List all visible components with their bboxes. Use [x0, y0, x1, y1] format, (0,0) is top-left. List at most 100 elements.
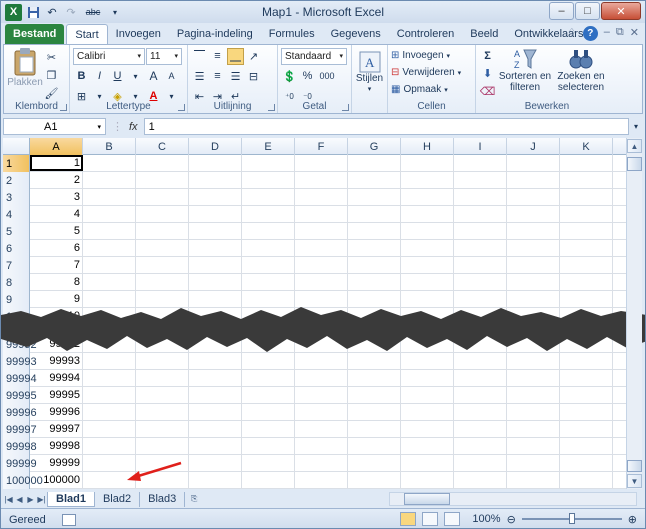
cell[interactable] — [401, 257, 454, 273]
merge-icon[interactable]: ⊟ — [245, 68, 262, 85]
column-header-h[interactable]: H — [401, 138, 454, 155]
cell[interactable] — [242, 274, 295, 290]
cell[interactable] — [136, 155, 189, 171]
cell-a[interactable]: 6 — [30, 240, 83, 256]
minimize-ribbon-icon[interactable]: ♢ — [567, 26, 577, 41]
cell[interactable] — [507, 387, 560, 403]
row-header[interactable]: 5 — [3, 223, 30, 240]
cell[interactable] — [348, 172, 401, 188]
cell[interactable] — [136, 274, 189, 290]
underline-dropdown-icon[interactable]: ▾ — [127, 68, 144, 85]
doc-restore-icon[interactable]: ⧉ — [616, 26, 624, 41]
cell[interactable] — [295, 240, 348, 256]
cell[interactable] — [348, 387, 401, 403]
row-header[interactable]: 99994 — [3, 370, 37, 387]
cell[interactable] — [507, 438, 560, 454]
lettertype-launcher-icon[interactable] — [178, 104, 185, 111]
cell[interactable] — [189, 370, 242, 386]
cell[interactable] — [242, 172, 295, 188]
cell[interactable] — [189, 155, 242, 171]
cell-a[interactable]: 99994 — [30, 370, 83, 386]
doc-close-icon[interactable]: ✕ — [630, 26, 639, 41]
grow-font-button[interactable]: A — [145, 68, 162, 85]
cell[interactable] — [507, 257, 560, 273]
cell[interactable] — [189, 223, 242, 239]
row-header[interactable]: 99996 — [3, 404, 37, 421]
cell[interactable] — [454, 472, 507, 488]
scroll-up-icon[interactable]: ▲ — [627, 139, 642, 153]
cell-a[interactable]: 99996 — [30, 404, 83, 420]
cell[interactable] — [454, 370, 507, 386]
cell[interactable] — [401, 240, 454, 256]
clear-icon[interactable]: ⌫ — [479, 83, 496, 100]
prev-sheet-icon[interactable]: ◀ — [14, 492, 25, 506]
cell[interactable] — [295, 370, 348, 386]
align-left-icon[interactable]: ☰ — [191, 68, 208, 85]
uitlijning-launcher-icon[interactable] — [268, 104, 275, 111]
cell[interactable] — [136, 172, 189, 188]
cell[interactable] — [401, 189, 454, 205]
column-header-a[interactable]: A — [30, 138, 83, 155]
cell[interactable] — [560, 189, 613, 205]
last-sheet-icon[interactable]: ▶| — [36, 492, 47, 506]
cell[interactable] — [454, 421, 507, 437]
formula-input[interactable]: 1 — [143, 118, 629, 135]
cell-a[interactable]: 99995 — [30, 387, 83, 403]
vertical-scroll-thumb[interactable] — [627, 157, 642, 171]
page-layout-view-button[interactable] — [422, 512, 439, 526]
zoom-level[interactable]: 100% — [472, 513, 500, 525]
align-top-icon[interactable]: ⎺ — [191, 48, 208, 65]
row-header[interactable]: 99995 — [3, 387, 37, 404]
styles-button[interactable]: A Stijlen ▾ — [355, 47, 384, 95]
cell-a[interactable]: 5 — [30, 223, 83, 239]
zoom-slider[interactable] — [521, 513, 622, 524]
cell[interactable] — [401, 421, 454, 437]
cut-icon[interactable]: ✂ — [43, 49, 60, 66]
cell-a[interactable]: 100000 — [30, 472, 83, 488]
fill-icon[interactable]: ⬇ — [479, 65, 496, 82]
cell[interactable] — [401, 155, 454, 171]
cell[interactable] — [136, 387, 189, 403]
column-header-j[interactable]: J — [507, 138, 560, 155]
next-sheet-icon[interactable]: ▶ — [25, 492, 36, 506]
tab-controleren[interactable]: Controleren — [389, 24, 462, 44]
cell-a[interactable]: 99997 — [30, 421, 83, 437]
spelling-icon[interactable]: abc — [82, 4, 104, 20]
cell[interactable] — [454, 189, 507, 205]
tab-formules[interactable]: Formules — [261, 24, 323, 44]
tab-pagina-indeling[interactable]: Pagina-indeling — [169, 24, 261, 44]
italic-button[interactable]: I — [91, 68, 108, 85]
cell[interactable] — [348, 455, 401, 471]
cell[interactable] — [401, 438, 454, 454]
cell-a[interactable]: 1 — [30, 155, 83, 171]
cell[interactable] — [454, 223, 507, 239]
cell[interactable] — [454, 172, 507, 188]
cell[interactable] — [189, 257, 242, 273]
row-header[interactable]: 99998 — [3, 438, 37, 455]
tab-start[interactable]: Start — [66, 24, 108, 44]
cell[interactable] — [83, 257, 136, 273]
cell[interactable] — [136, 438, 189, 454]
cell[interactable] — [295, 172, 348, 188]
row-header[interactable]: 99999 — [3, 455, 37, 472]
cell[interactable] — [454, 387, 507, 403]
column-header-k[interactable]: K — [560, 138, 613, 155]
cell[interactable] — [560, 370, 613, 386]
page-break-view-button[interactable] — [444, 512, 461, 526]
cell[interactable] — [295, 472, 348, 488]
cell[interactable] — [454, 206, 507, 222]
underline-button[interactable]: U — [109, 68, 126, 85]
klembord-launcher-icon[interactable] — [60, 104, 67, 111]
cell[interactable] — [83, 370, 136, 386]
row-header[interactable]: 6 — [3, 240, 30, 257]
cell[interactable] — [560, 455, 613, 471]
cell[interactable] — [560, 387, 613, 403]
cell[interactable] — [348, 274, 401, 290]
column-header-d[interactable]: D — [189, 138, 242, 155]
cell[interactable] — [189, 472, 242, 488]
expand-formula-bar-icon[interactable]: ▾ — [629, 122, 643, 131]
cell[interactable] — [348, 404, 401, 420]
cell[interactable] — [242, 223, 295, 239]
first-sheet-icon[interactable]: |◀ — [3, 492, 14, 506]
copy-icon[interactable]: ❐ — [43, 67, 60, 84]
